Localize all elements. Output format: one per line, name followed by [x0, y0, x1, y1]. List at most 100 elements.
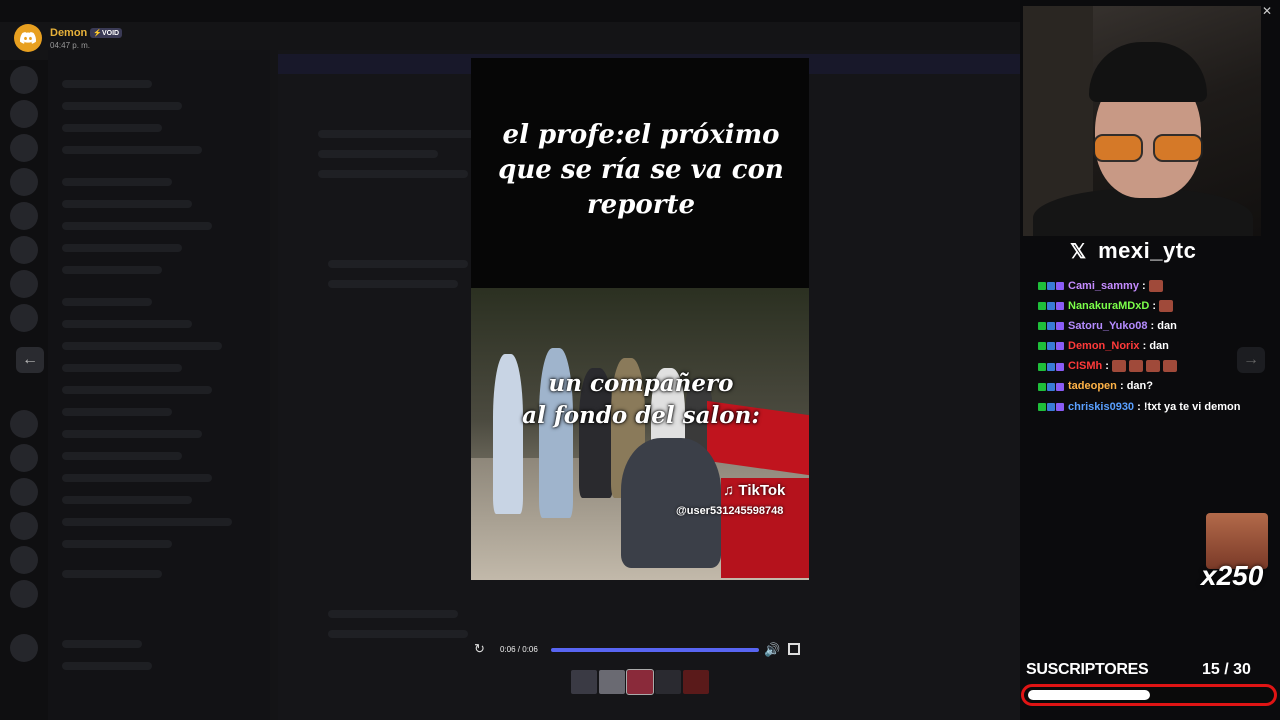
server-list	[0, 60, 48, 720]
chat-separator: :	[1149, 300, 1160, 313]
chat-emote	[1159, 300, 1174, 313]
video-controls: ↻ 0:06 / 0:06 🔊	[470, 640, 810, 660]
chat-username[interactable]: Satoru_Yuko08	[1068, 320, 1147, 332]
chat-badges	[1038, 319, 1065, 333]
arrow-left-icon[interactable]: ←	[16, 347, 44, 373]
server-icon[interactable]	[10, 410, 38, 438]
chat-message: Cami_sammy :	[1036, 279, 1266, 293]
chat-username[interactable]: chriskis0930	[1068, 401, 1134, 413]
chat-separator: :	[1138, 280, 1149, 292]
chat-badges	[1038, 299, 1065, 313]
notification-badge: ⚡VOID	[90, 27, 123, 38]
thumbnail[interactable]	[655, 670, 681, 694]
chat-text: dan?	[1126, 380, 1153, 393]
chat-badges	[1038, 400, 1065, 414]
server-icon[interactable]	[10, 202, 38, 230]
server-icon[interactable]	[10, 580, 38, 608]
chat-badges	[1038, 279, 1065, 293]
chat-emote	[1148, 280, 1163, 293]
chat-text: dan	[1149, 340, 1169, 353]
chat-badges	[1038, 359, 1065, 373]
badge-icon	[1047, 282, 1055, 291]
badge-icon	[1047, 342, 1055, 351]
chat-separator: :	[1116, 380, 1127, 393]
chat-message: CISMh :	[1036, 359, 1266, 373]
chat-text: dan	[1157, 320, 1177, 333]
video-player[interactable]: el profe:el próximo que se ría se va con…	[471, 58, 809, 580]
subs-count: 15 / 30	[1202, 661, 1251, 678]
tiktok-brand: TikTok	[738, 482, 786, 499]
discord-logo-icon	[14, 24, 42, 52]
combo-count: x250	[1201, 560, 1264, 591]
progress-bar[interactable]	[551, 648, 759, 652]
tiktok-username: @user531245598748	[676, 505, 784, 517]
volume-icon[interactable]: 🔊	[764, 642, 780, 658]
tiktok-watermark: ♫ TikTok	[723, 482, 786, 499]
badge-icon	[1047, 402, 1055, 411]
server-icon[interactable]	[10, 236, 38, 264]
x-logo-icon: 𝕏	[1070, 240, 1087, 263]
chat-badges	[1038, 380, 1065, 394]
chat-emote	[1163, 360, 1178, 373]
replay-icon[interactable]: ↻	[474, 642, 488, 656]
badge-icon	[1038, 282, 1046, 291]
badge-icon	[1038, 362, 1046, 371]
thumbnail[interactable]	[571, 670, 597, 694]
badge-icon	[1056, 362, 1064, 371]
notification-time: 04:47 p. m.	[50, 40, 91, 50]
chat-text: !txt ya te vi demon	[1143, 400, 1241, 413]
badge-icon	[1038, 382, 1046, 391]
chat-separator: :	[1102, 360, 1113, 373]
server-icon[interactable]	[10, 634, 38, 662]
badge-icon	[1038, 342, 1046, 351]
video-caption-top: el profe:el próximo que se ría se va con…	[498, 120, 784, 220]
server-icon[interactable]	[10, 134, 38, 162]
notification-user: Demon	[50, 26, 88, 39]
subs-goal-fill	[1028, 690, 1150, 700]
fullscreen-icon[interactable]	[788, 643, 800, 655]
badge-icon	[1056, 282, 1064, 291]
server-icon[interactable]	[10, 66, 38, 94]
discord-titlebar	[0, 0, 1020, 22]
badge-icon	[1047, 322, 1055, 331]
server-icon[interactable]	[10, 478, 38, 506]
chat-separator: :	[1134, 400, 1144, 413]
chat-message: tadeopen : dan?	[1036, 379, 1266, 393]
chat-message: Satoru_Yuko08 : dan	[1036, 319, 1266, 333]
chat-badges	[1038, 339, 1065, 353]
close-icon[interactable]: ✕	[1262, 4, 1272, 18]
chat-username[interactable]: tadeopen	[1068, 380, 1117, 392]
stream-handle: 𝕏 mexi_ytc	[1070, 238, 1196, 264]
thumbnail[interactable]	[599, 670, 625, 694]
badge-icon	[1047, 382, 1055, 391]
media-thumbnails	[571, 669, 709, 695]
chat-username[interactable]: Cami_sammy	[1068, 280, 1139, 292]
chat-emote	[1112, 360, 1127, 373]
badge-icon	[1056, 342, 1064, 351]
server-icon[interactable]	[10, 100, 38, 128]
caption-line: al fondo del salon:	[522, 402, 760, 429]
server-icon[interactable]	[10, 270, 38, 298]
chat-message: Demon_Norix : dan	[1036, 339, 1266, 353]
server-icon[interactable]	[10, 546, 38, 574]
badge-icon	[1056, 402, 1064, 411]
chat-message: chriskis0930 : !txt ya te vi demon	[1036, 400, 1266, 414]
subs-goal-bar	[1021, 684, 1277, 706]
video-scene	[471, 288, 809, 580]
server-icon[interactable]	[10, 444, 38, 472]
badge-icon	[1056, 322, 1064, 331]
subs-label: SUSCRIPTORES	[1026, 661, 1149, 678]
video-time: 0:06 / 0:06	[500, 645, 538, 654]
thumbnail[interactable]	[683, 670, 709, 694]
caption-line: un compañero	[548, 370, 734, 397]
server-icon[interactable]	[10, 512, 38, 540]
chat-username[interactable]: NanakuraMDxD	[1068, 300, 1149, 312]
server-icon[interactable]	[10, 304, 38, 332]
badge-icon	[1038, 402, 1046, 411]
chat-username[interactable]: Demon_Norix	[1068, 340, 1140, 352]
thumbnail[interactable]	[626, 669, 654, 695]
chat-separator: :	[1147, 320, 1158, 333]
video-caption-middle: un compañero al fondo del salon:	[501, 368, 781, 432]
chat-username[interactable]: CISMh	[1068, 360, 1102, 372]
server-icon[interactable]	[10, 168, 38, 196]
